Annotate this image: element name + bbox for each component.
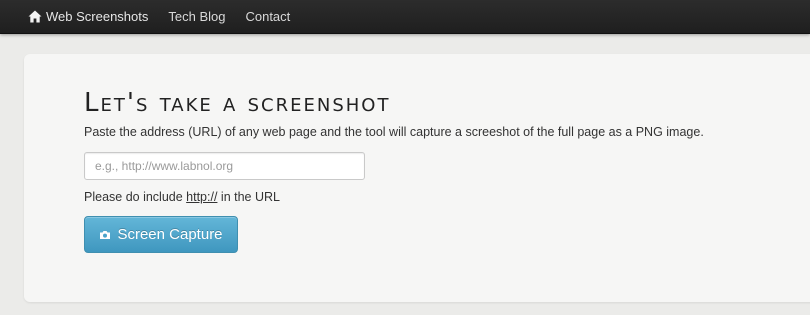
nav-brand-label: Web Screenshots — [46, 9, 149, 24]
home-icon — [28, 10, 42, 23]
camera-icon — [99, 230, 111, 240]
top-navbar: Web Screenshots Tech Blog Contact — [0, 0, 810, 34]
page-title: Let's take a screenshot — [84, 88, 391, 118]
screen-capture-label: Screen Capture — [117, 226, 223, 243]
nav-brand-web-screenshots[interactable]: Web Screenshots — [28, 9, 148, 24]
nav-link-contact[interactable]: Contact — [245, 9, 290, 24]
url-hint-prefix: Please do include — [84, 190, 187, 204]
url-input[interactable] — [84, 152, 365, 180]
nav-link-tech-blog[interactable]: Tech Blog — [168, 9, 225, 24]
url-hint-suffix: in the URL — [217, 190, 280, 204]
http-link[interactable]: http:// — [186, 190, 217, 204]
url-hint: Please do include http:// in the URL — [84, 190, 280, 204]
page-description: Paste the address (URL) of any web page … — [84, 125, 704, 139]
screen-capture-button[interactable]: Screen Capture — [84, 216, 238, 253]
screenshot-panel: Let's take a screenshot Paste the addres… — [24, 54, 810, 302]
